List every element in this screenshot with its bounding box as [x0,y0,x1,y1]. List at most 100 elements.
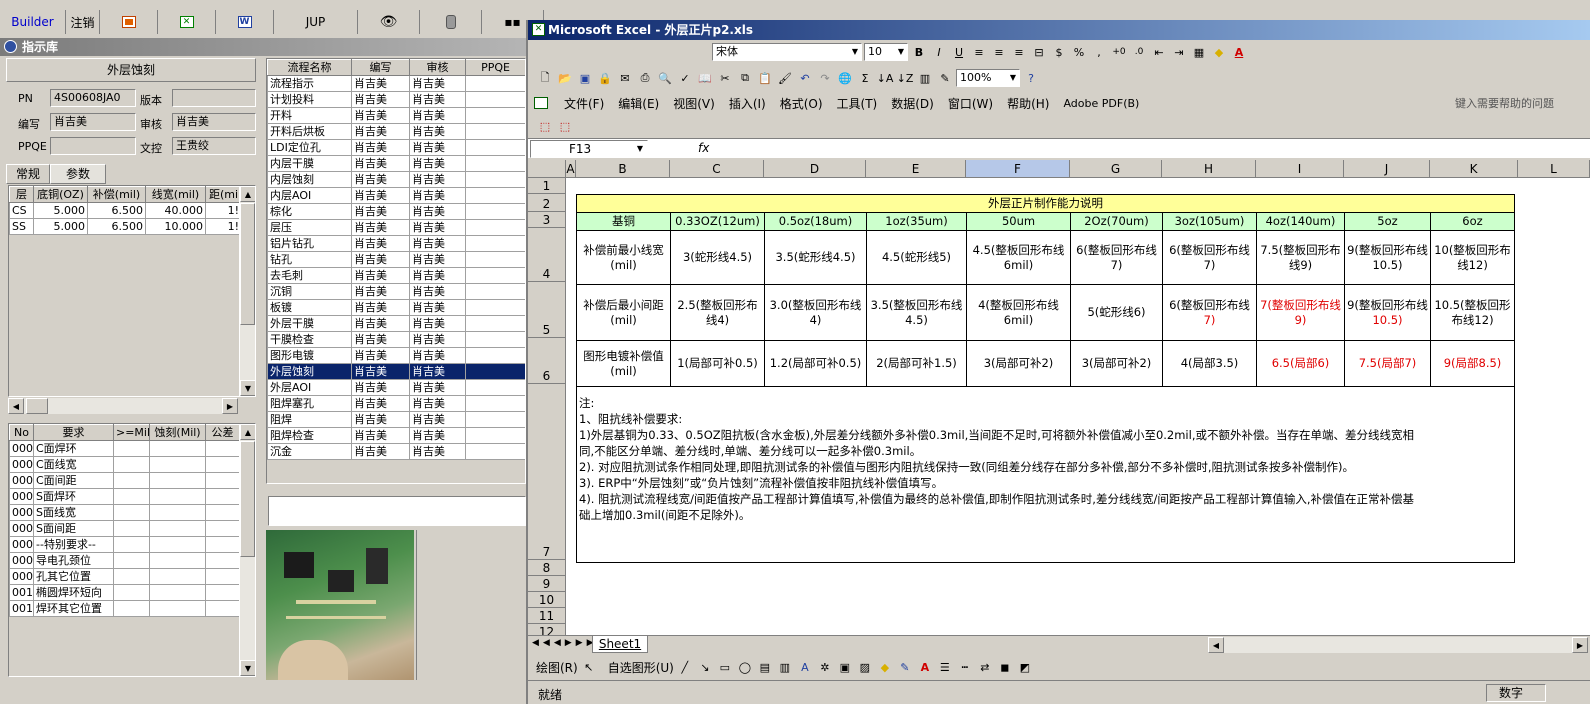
table-row[interactable]: 计划投料 肖吉美 肖吉美 [267,91,525,108]
data-cell[interactable]: 9(整板回形布线10.5) [1344,284,1431,341]
flow-cell[interactable]: 肖吉美 [351,363,410,380]
table-row[interactable]: 阻焊 肖吉美 肖吉美 [267,411,525,428]
req-cell[interactable]: 焊环其它位置 [33,600,114,617]
req-cell[interactable] [113,456,150,473]
flow-cell[interactable] [465,139,525,156]
data-cell[interactable]: 3(局部可补2) [966,340,1071,387]
flow-cell[interactable]: 肖吉美 [351,283,410,300]
paste-icon[interactable]: 📋 [756,69,774,87]
table-row[interactable]: 内层蚀刻 肖吉美 肖吉美 [267,171,525,188]
req-cell[interactable] [205,456,240,473]
table-row[interactable]: 棕化 肖吉美 肖吉美 [267,203,525,220]
flow-cell[interactable]: 肖吉美 [409,155,466,172]
table-row[interactable]: 000 孔其它位置 [9,568,240,585]
req-col-header[interactable]: 要求 [33,424,114,441]
flow-cell[interactable]: 计划投料 [267,91,352,108]
req-cell[interactable] [149,600,206,617]
req-cell[interactable] [205,568,240,585]
param-cell[interactable]: 6.500 [87,218,146,235]
flow-cell[interactable]: 肖吉美 [351,139,410,156]
row-header-8[interactable]: 8 [528,560,566,576]
logout-button[interactable]: 注销 [66,10,100,34]
flow-cell[interactable] [465,123,525,140]
flow-cell[interactable]: 肖吉美 [351,203,410,220]
word-button[interactable]: W [216,10,274,34]
req-cell[interactable]: --特别要求-- [33,536,114,553]
table-row[interactable]: 000 --特别要求-- [9,536,240,553]
req-cell[interactable] [113,520,150,537]
row-header-2[interactable]: 2 [528,194,566,212]
flow-cell[interactable] [465,235,525,252]
select-objects-icon[interactable]: ↖ [580,658,598,676]
data-cell[interactable]: 3(蛇形线4.5) [670,230,765,285]
req-col-header[interactable]: 公差 [205,424,240,441]
drawing-menu[interactable]: 绘图(R) [536,659,578,676]
currency-icon[interactable]: $ [1050,43,1068,61]
data-cell[interactable]: 7(整板回形布线9) [1256,284,1345,341]
req-cell[interactable] [205,472,240,489]
flow-cell[interactable] [465,379,525,396]
data-cell[interactable]: 6(整板回形布线7) [1162,230,1257,285]
table-title[interactable]: 外层正片制作能力说明 [576,194,1515,213]
table-row[interactable]: CS 5.000 6.500 40.000 1! [9,202,242,219]
flow-cell[interactable]: 肖吉美 [409,331,466,348]
drawing-icon[interactable]: ✎ [936,69,954,87]
data-cell[interactable]: 4.5(蛇形线5) [866,230,967,285]
req-cell[interactable] [113,552,150,569]
textbox-icon[interactable]: ▤ [756,658,774,676]
flow-cell[interactable]: 阻焊检查 [267,427,352,444]
header-cell[interactable]: 2Oz(70um) [1070,212,1163,231]
req-cell[interactable]: 000 [9,472,34,489]
data-cell[interactable]: 2(局部可补1.5) [866,340,967,387]
param-cell[interactable]: 10.000 [145,218,206,235]
print-icon[interactable]: ⎙ [636,69,654,87]
flow-cell[interactable]: 内层干膜 [267,155,352,172]
data-cell[interactable]: 2.5(整板回形布线4) [670,284,765,341]
flow-cell[interactable] [465,187,525,204]
autosum-icon[interactable]: Σ [856,69,874,87]
increase-decimal-icon[interactable]: +0 [1110,43,1128,61]
author-field[interactable]: 肖吉美 [50,113,136,131]
data-cell[interactable]: 4(整板回形布线6mil) [966,284,1071,341]
req-cell[interactable]: C面间距 [33,472,114,489]
flow-cell[interactable]: 阻焊塞孔 [267,395,352,412]
flow-cell[interactable]: 肖吉美 [409,363,466,380]
percent-icon[interactable]: % [1070,43,1088,61]
req-vscroll[interactable]: ▲ ▼ [239,424,255,676]
scroll-thumb[interactable] [240,441,255,557]
arrow-style-icon[interactable]: ⇄ [976,658,994,676]
flow-cell[interactable]: 肖吉美 [409,379,466,396]
table-row[interactable]: 000 C面线宽 [9,456,240,473]
scroll-right-icon[interactable]: ▶ [1572,637,1588,653]
req-cell[interactable] [149,456,206,473]
flow-cell[interactable] [465,331,525,348]
flow-cell[interactable]: 开料 [267,107,352,124]
flow-cell[interactable]: 肖吉美 [351,75,410,92]
menu-data[interactable]: 数据(D) [891,95,934,112]
flow-cell[interactable]: 内层蚀刻 [267,171,352,188]
param-hscroll[interactable]: ◀ ▶ [8,398,238,414]
font-name-select[interactable]: 宋体 ▼ [712,43,862,61]
sort-ascending-icon[interactable]: ↓A [876,69,894,87]
sheet-nav-arrows-icon[interactable]: ◀◀◀▶▶▶ [532,638,598,648]
param-vscroll[interactable]: ▲ ▼ [239,186,255,396]
req-cell[interactable] [113,488,150,505]
flow-cell[interactable]: 肖吉美 [409,267,466,284]
flow-cell[interactable]: 肖吉美 [351,219,410,236]
excel-button[interactable]: ✕ [158,10,216,34]
font-size-select[interactable]: 10 ▼ [864,43,908,61]
control-field[interactable]: 王贵绞 [172,137,256,155]
menu-format[interactable]: 格式(O) [780,95,823,112]
hscroll-thumb[interactable] [26,398,48,414]
req-cell[interactable] [149,584,206,601]
data-cell[interactable]: 3.5(整板回形布线4.5) [866,284,967,341]
menu-file[interactable]: 文件(F) [564,95,604,112]
row-header-4[interactable]: 4 [528,228,566,282]
flow-cell[interactable]: 肖吉美 [409,107,466,124]
flow-cell[interactable] [465,347,525,364]
flow-cell[interactable]: 肖吉美 [409,299,466,316]
fill-color-icon[interactable]: ◆ [876,658,894,676]
pdf-email-icon[interactable]: ⬚ [556,117,574,135]
wordart-icon[interactable]: A [796,658,814,676]
pn-field[interactable]: 4S00608JA0 [50,89,136,107]
